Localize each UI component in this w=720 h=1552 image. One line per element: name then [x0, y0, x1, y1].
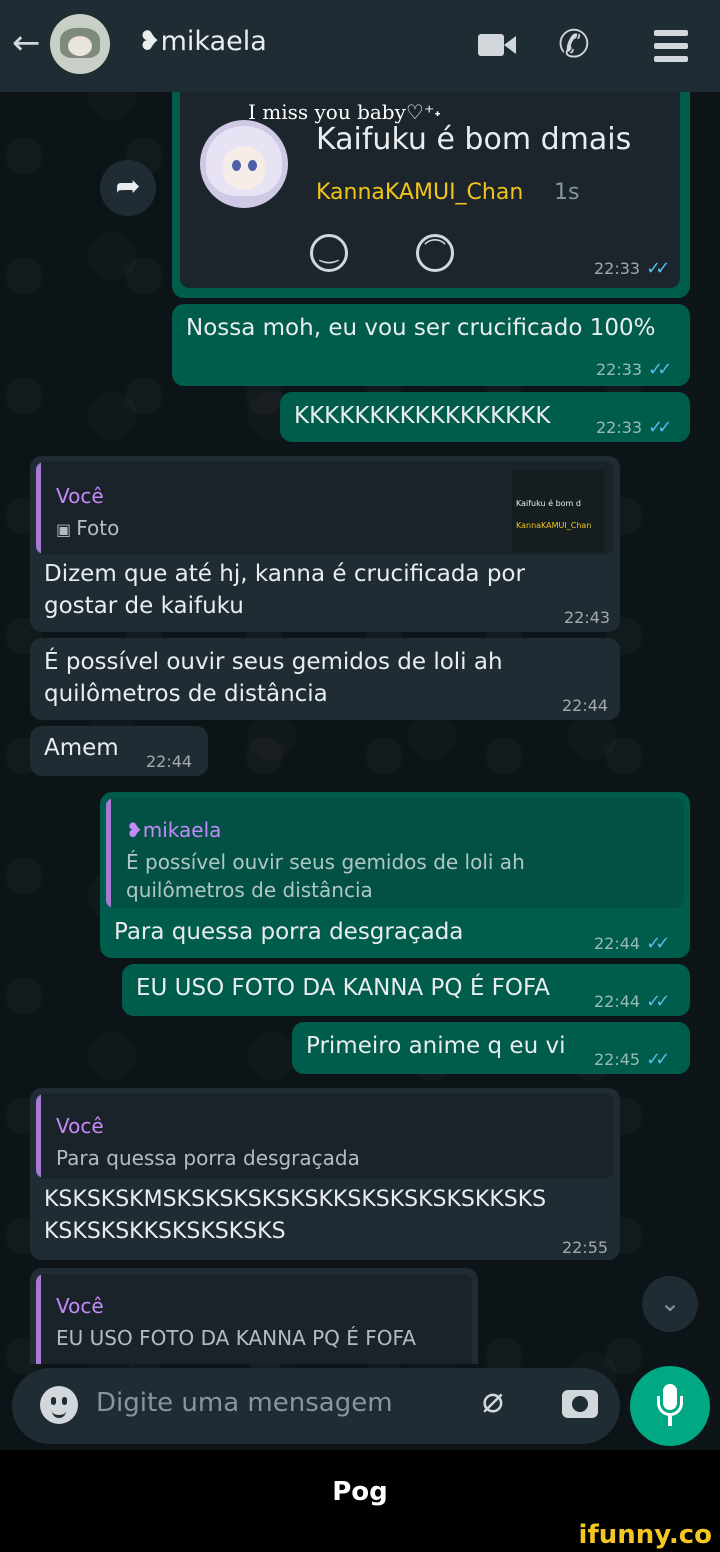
message-text: Amem	[44, 735, 119, 761]
message-text: KSKSKSKMSKSKSKSKSKSKKSKSKSKSKSKKSKS KSKS…	[44, 1187, 547, 1244]
message-time: 22:44 ✓✓	[594, 933, 670, 954]
read-ticks-icon: ✓✓	[646, 991, 670, 1012]
message-bubble-out[interactable]: ❥mikaela É possível ouvir seus gemidos d…	[100, 792, 690, 958]
message-bubble-out[interactable]: Nossa moh, eu vou ser crucificado 100% 2…	[172, 304, 690, 386]
quote-text: ▣ Foto	[56, 516, 120, 540]
message-time: 22:33 ✓✓	[596, 359, 672, 380]
quoted-message[interactable]: Você ▣ Foto Kaifuku é bom d KannaKAMUI_C…	[36, 462, 614, 554]
message-text: É possível ouvir seus gemidos de loli ah…	[44, 649, 503, 707]
read-ticks-icon: ✓✓	[648, 359, 672, 380]
message-bubble-out[interactable]: EU USO FOTO DA KANNA PQ É FOFA 22:44 ✓✓	[122, 964, 690, 1016]
message-bubble-in[interactable]: Você ▣ Foto Kaifuku é bom d KannaKAMUI_C…	[30, 456, 620, 632]
quoted-message[interactable]: Você Para quessa porra desgraçada	[36, 1094, 614, 1178]
kanna-avatar	[200, 120, 288, 208]
emoji-icon[interactable]	[40, 1386, 78, 1424]
post-age: 1s	[554, 180, 580, 205]
message-bubble-in[interactable]: Amem 22:44	[30, 726, 208, 776]
quote-author: Você	[56, 484, 104, 508]
message-text: Primeiro anime q eu vi	[306, 1033, 566, 1059]
arrow-left-icon[interactable]: ←	[12, 26, 41, 60]
message-time: 22:55	[562, 1238, 609, 1257]
message-time: 22:45 ✓✓	[594, 1049, 670, 1070]
phone-icon[interactable]: ✆	[558, 22, 590, 66]
chat-header: ← ❥mikaela ✆	[0, 0, 720, 92]
quote-text: É possível ouvir seus gemidos de loli ah…	[126, 850, 525, 902]
quoted-message[interactable]: Você EU USO FOTO DA KANNA PQ É FOFA	[36, 1274, 472, 1364]
photo-thumbnail: Kaifuku é bom d KannaKAMUI_Chan	[512, 470, 604, 552]
message-time: 22:44	[146, 752, 193, 771]
read-ticks-icon: ✓✓	[648, 417, 672, 438]
photo-icon: ▣	[56, 520, 77, 539]
message-bubble-out[interactable]: KKKKKKKKKKKKKKKKK 22:33 ✓✓	[280, 392, 690, 442]
read-ticks-icon: ✓✓	[646, 258, 670, 279]
menu-icon[interactable]	[654, 30, 688, 69]
message-time: 22:33 ✓✓	[596, 417, 672, 438]
sad-face-icon: ⌒	[416, 234, 454, 272]
quoted-message[interactable]: ❥mikaela É possível ouvir seus gemidos d…	[106, 798, 684, 908]
message-time: 22:43	[564, 608, 611, 627]
message-text: EU USO FOTO DA KANNA PQ É FOFA	[136, 975, 550, 1001]
quote-text: EU USO FOTO DA KANNA PQ É FOFA	[56, 1326, 416, 1350]
read-ticks-icon: ✓✓	[646, 1049, 670, 1070]
contact-name[interactable]: ❥mikaela	[138, 26, 267, 57]
quote-author: Você	[56, 1294, 104, 1318]
forward-icon[interactable]: ➦	[100, 160, 156, 216]
message-time: 22:33 ✓✓	[594, 258, 670, 279]
read-ticks-icon: ✓✓	[646, 933, 670, 954]
overlay-text: I miss you baby♡⁺˖	[248, 100, 441, 124]
watermark: ifunny.co	[578, 1520, 712, 1550]
message-bubble-in[interactable]: Você Para quessa porra desgraçada KSKSKS…	[30, 1088, 620, 1260]
avatar[interactable]	[50, 14, 110, 74]
message-text: Para quessa porra desgraçada	[114, 919, 464, 945]
message-bubble-out[interactable]: Primeiro anime q eu vi 22:45 ✓✓	[292, 1022, 690, 1074]
chat-screen: ← ❥mikaela ✆ I miss you baby♡⁺˖ ➦ Kaifuk…	[0, 0, 720, 1450]
attach-icon[interactable]: ⌀	[482, 1380, 504, 1421]
message-text: Dizem que até hj, kanna é crucificada po…	[44, 561, 525, 619]
message-bubble-in[interactable]: Você EU USO FOTO DA KANNA PQ É FOFA	[30, 1268, 478, 1364]
mic-button[interactable]	[630, 1366, 710, 1446]
quote-author: ❥mikaela	[126, 818, 222, 842]
message-text: KKKKKKKKKKKKKKKKK	[294, 403, 551, 429]
quote-text: Para quessa porra desgraçada	[56, 1146, 360, 1170]
message-time: 22:44	[562, 696, 609, 715]
camera-icon[interactable]	[562, 1390, 598, 1418]
message-bubble-in[interactable]: É possível ouvir seus gemidos de loli ah…	[30, 638, 620, 720]
quote-author: Você	[56, 1114, 104, 1138]
smile-face-icon: ‿	[310, 234, 348, 272]
message-text: Nossa moh, eu vou ser crucificado 100%	[186, 315, 656, 341]
message-time: 22:44 ✓✓	[594, 991, 670, 1012]
post-title: Kaifuku é bom dmais	[316, 122, 632, 157]
scroll-down-icon[interactable]: ⌄	[642, 1276, 698, 1332]
message-input[interactable]: Digite uma mensagem	[96, 1388, 393, 1418]
post-username: KannaKAMUI_Chan	[316, 180, 524, 205]
message-input-bar: Digite uma mensagem ⌀	[12, 1368, 620, 1444]
